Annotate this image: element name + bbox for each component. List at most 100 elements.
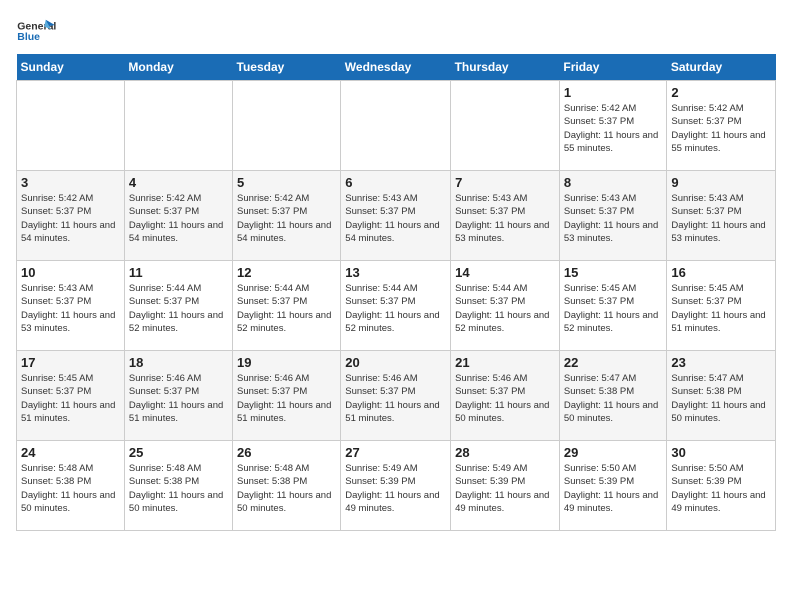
day-number: 18	[129, 355, 228, 370]
day-cell: 6 Sunrise: 5:43 AM Sunset: 5:37 PM Daylig…	[341, 171, 451, 261]
day-header-sunday: Sunday	[17, 54, 125, 81]
day-number: 28	[455, 445, 555, 460]
day-header-tuesday: Tuesday	[233, 54, 341, 81]
day-info: Sunrise: 5:42 AM Sunset: 5:37 PM Dayligh…	[564, 102, 662, 155]
svg-text:Blue: Blue	[17, 31, 40, 43]
day-info: Sunrise: 5:47 AM Sunset: 5:38 PM Dayligh…	[671, 372, 771, 425]
day-cell: 29Sunrise: 5:50 AM Sunset: 5:39 PM Dayli…	[559, 441, 666, 531]
logo-icon: General Blue	[16, 16, 56, 46]
day-number: 17	[21, 355, 120, 370]
day-cell: 12 Sunrise: 5:44 AM Sunset: 5:37 PM Dayli…	[233, 261, 341, 351]
day-number: 15	[564, 265, 662, 280]
day-cell: 7 Sunrise: 5:43 AM Sunset: 5:37 PM Daylig…	[451, 171, 560, 261]
day-cell: 27 Sunrise: 5:49 AM Sunset: 5:39 PM Dayli…	[341, 441, 451, 531]
day-info: Sunrise: 5:46 AM Sunset: 5:37 PM Dayligh…	[455, 372, 555, 425]
page-header: General Blue	[16, 16, 776, 46]
day-cell: 4 Sunrise: 5:42 AM Sunset: 5:37 PM Daylig…	[124, 171, 232, 261]
day-info: Sunrise: 5:44 AM Sunset: 5:37 PM Dayligh…	[455, 282, 555, 335]
day-cell	[341, 81, 451, 171]
day-cell: 5 Sunrise: 5:42 AM Sunset: 5:37 PM Daylig…	[233, 171, 341, 261]
header-row: SundayMondayTuesdayWednesdayThursdayFrid…	[17, 54, 776, 81]
day-info: Sunrise: 5:48 AM Sunset: 5:38 PM Dayligh…	[129, 462, 228, 515]
day-number: 13	[345, 265, 446, 280]
day-header-monday: Monday	[124, 54, 232, 81]
day-info: Sunrise: 5:43 AM Sunset: 5:37 PM Dayligh…	[671, 192, 771, 245]
day-number: 7	[455, 175, 555, 190]
day-cell: 3Sunrise: 5:42 AM Sunset: 5:37 PM Daylig…	[17, 171, 125, 261]
day-info: Sunrise: 5:44 AM Sunset: 5:37 PM Dayligh…	[237, 282, 336, 335]
day-cell: 18 Sunrise: 5:46 AM Sunset: 5:37 PM Dayli…	[124, 351, 232, 441]
day-number: 6	[345, 175, 446, 190]
day-cell	[451, 81, 560, 171]
week-row-0: 1 Sunrise: 5:42 AM Sunset: 5:37 PM Daylig…	[17, 81, 776, 171]
day-cell: 28Sunrise: 5:49 AM Sunset: 5:39 PM Dayli…	[451, 441, 560, 531]
day-info: Sunrise: 5:43 AM Sunset: 5:37 PM Dayligh…	[455, 192, 555, 245]
day-info: Sunrise: 5:46 AM Sunset: 5:37 PM Dayligh…	[345, 372, 446, 425]
day-info: Sunrise: 5:45 AM Sunset: 5:37 PM Dayligh…	[671, 282, 771, 335]
day-info: Sunrise: 5:43 AM Sunset: 5:37 PM Dayligh…	[345, 192, 446, 245]
day-cell: 1 Sunrise: 5:42 AM Sunset: 5:37 PM Daylig…	[559, 81, 666, 171]
day-number: 24	[21, 445, 120, 460]
day-info: Sunrise: 5:48 AM Sunset: 5:38 PM Dayligh…	[237, 462, 336, 515]
day-cell: 23 Sunrise: 5:47 AM Sunset: 5:38 PM Dayli…	[667, 351, 776, 441]
day-cell: 10 Sunrise: 5:43 AM Sunset: 5:37 PM Dayli…	[17, 261, 125, 351]
day-cell: 15 Sunrise: 5:45 AM Sunset: 5:37 PM Dayli…	[559, 261, 666, 351]
day-number: 29	[564, 445, 662, 460]
day-info: Sunrise: 5:44 AM Sunset: 5:37 PM Dayligh…	[345, 282, 446, 335]
day-info: Sunrise: 5:43 AM Sunset: 5:37 PM Dayligh…	[564, 192, 662, 245]
day-number: 14	[455, 265, 555, 280]
day-cell: 20 Sunrise: 5:46 AM Sunset: 5:37 PM Dayli…	[341, 351, 451, 441]
day-cell: 19Sunrise: 5:46 AM Sunset: 5:37 PM Dayli…	[233, 351, 341, 441]
day-cell: 16 Sunrise: 5:45 AM Sunset: 5:37 PM Dayli…	[667, 261, 776, 351]
logo: General Blue	[16, 16, 56, 46]
day-number: 1	[564, 85, 662, 100]
day-cell: 26 Sunrise: 5:48 AM Sunset: 5:38 PM Dayli…	[233, 441, 341, 531]
calendar-table: SundayMondayTuesdayWednesdayThursdayFrid…	[16, 54, 776, 531]
day-info: Sunrise: 5:48 AM Sunset: 5:38 PM Dayligh…	[21, 462, 120, 515]
week-row-3: 17Sunrise: 5:45 AM Sunset: 5:37 PM Dayli…	[17, 351, 776, 441]
day-info: Sunrise: 5:42 AM Sunset: 5:37 PM Dayligh…	[129, 192, 228, 245]
day-cell: 21Sunrise: 5:46 AM Sunset: 5:37 PM Dayli…	[451, 351, 560, 441]
day-number: 22	[564, 355, 662, 370]
day-info: Sunrise: 5:45 AM Sunset: 5:37 PM Dayligh…	[564, 282, 662, 335]
day-header-friday: Friday	[559, 54, 666, 81]
day-number: 5	[237, 175, 336, 190]
day-info: Sunrise: 5:42 AM Sunset: 5:37 PM Dayligh…	[21, 192, 120, 245]
day-info: Sunrise: 5:43 AM Sunset: 5:37 PM Dayligh…	[21, 282, 120, 335]
day-cell: 2 Sunrise: 5:42 AM Sunset: 5:37 PM Daylig…	[667, 81, 776, 171]
day-number: 30	[671, 445, 771, 460]
day-cell: 22 Sunrise: 5:47 AM Sunset: 5:38 PM Dayli…	[559, 351, 666, 441]
day-header-wednesday: Wednesday	[341, 54, 451, 81]
day-cell	[233, 81, 341, 171]
day-number: 9	[671, 175, 771, 190]
day-number: 8	[564, 175, 662, 190]
day-number: 10	[21, 265, 120, 280]
day-cell: 8 Sunrise: 5:43 AM Sunset: 5:37 PM Daylig…	[559, 171, 666, 261]
week-row-1: 3Sunrise: 5:42 AM Sunset: 5:37 PM Daylig…	[17, 171, 776, 261]
day-info: Sunrise: 5:47 AM Sunset: 5:38 PM Dayligh…	[564, 372, 662, 425]
day-info: Sunrise: 5:42 AM Sunset: 5:37 PM Dayligh…	[671, 102, 771, 155]
day-number: 26	[237, 445, 336, 460]
day-number: 19	[237, 355, 336, 370]
day-number: 23	[671, 355, 771, 370]
day-number: 2	[671, 85, 771, 100]
day-number: 12	[237, 265, 336, 280]
week-row-2: 10 Sunrise: 5:43 AM Sunset: 5:37 PM Dayli…	[17, 261, 776, 351]
day-number: 27	[345, 445, 446, 460]
day-info: Sunrise: 5:42 AM Sunset: 5:37 PM Dayligh…	[237, 192, 336, 245]
day-info: Sunrise: 5:50 AM Sunset: 5:39 PM Dayligh…	[671, 462, 771, 515]
day-cell	[17, 81, 125, 171]
week-row-4: 24 Sunrise: 5:48 AM Sunset: 5:38 PM Dayli…	[17, 441, 776, 531]
day-header-saturday: Saturday	[667, 54, 776, 81]
day-number: 25	[129, 445, 228, 460]
day-info: Sunrise: 5:46 AM Sunset: 5:37 PM Dayligh…	[129, 372, 228, 425]
day-number: 16	[671, 265, 771, 280]
day-cell: 13 Sunrise: 5:44 AM Sunset: 5:37 PM Dayli…	[341, 261, 451, 351]
day-number: 20	[345, 355, 446, 370]
day-cell: 9 Sunrise: 5:43 AM Sunset: 5:37 PM Daylig…	[667, 171, 776, 261]
day-cell: 14 Sunrise: 5:44 AM Sunset: 5:37 PM Dayli…	[451, 261, 560, 351]
day-cell: 25 Sunrise: 5:48 AM Sunset: 5:38 PM Dayli…	[124, 441, 232, 531]
day-cell: 30 Sunrise: 5:50 AM Sunset: 5:39 PM Dayli…	[667, 441, 776, 531]
day-info: Sunrise: 5:49 AM Sunset: 5:39 PM Dayligh…	[345, 462, 446, 515]
day-number: 4	[129, 175, 228, 190]
